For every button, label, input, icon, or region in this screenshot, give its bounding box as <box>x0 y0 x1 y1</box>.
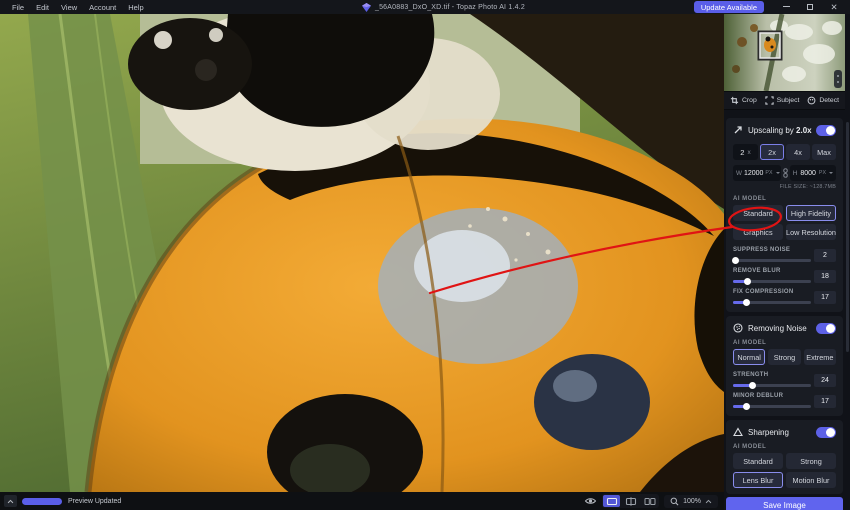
suppress-noise-control: SUPPRESS NOISE 2 <box>731 247 836 264</box>
sharpening-title: Sharpening <box>748 427 789 437</box>
preview-progress-bar <box>22 497 62 505</box>
sharpen-standard-button[interactable]: Standard <box>733 453 783 469</box>
side-by-side-icon <box>644 497 656 505</box>
remove-blur-control: REMOVE BLUR 18 <box>733 268 836 285</box>
topaz-photo-ai-window: File Edit View Account Help _56A0883_DxO… <box>0 0 850 510</box>
noise-extreme-button[interactable]: Extreme <box>803 349 836 365</box>
noise-normal-button[interactable]: Normal <box>733 349 766 365</box>
upscaling-panel: Upscaling by 2.0x 2 x 2x 4x Max W 12000 <box>726 118 843 312</box>
update-available-button[interactable]: Update Available <box>693 1 764 13</box>
single-view-icon <box>606 497 617 505</box>
sharpen-strong-button[interactable]: Strong <box>786 453 836 469</box>
maximize-button[interactable] <box>798 0 822 14</box>
menu-help[interactable]: Help <box>122 3 149 12</box>
noise-strong-button[interactable]: Strong <box>768 349 801 365</box>
suppress-noise-value[interactable]: 2 <box>814 249 836 262</box>
edit-toolbar: Crop Subject Detect <box>724 91 845 110</box>
px-dropdown-caret-icon[interactable] <box>775 172 780 174</box>
custom-scale-input[interactable]: 2 x <box>733 144 758 160</box>
close-button[interactable]: ✕ <box>822 0 846 14</box>
window-title-group: _56A0883_DxO_XD.tif - Topaz Photo AI 1.4… <box>362 0 525 14</box>
view-mode-group <box>602 494 660 508</box>
scale-max-button[interactable]: Max <box>812 144 836 160</box>
crop-button[interactable]: Crop <box>730 96 757 105</box>
scale-4x-button[interactable]: 4x <box>786 144 810 160</box>
navigation-thumbnail[interactable] <box>724 14 845 91</box>
window-title: _56A0883_DxO_XD.tif - Topaz Photo AI 1.4… <box>375 3 525 11</box>
save-image-button[interactable]: Save Image <box>726 497 843 510</box>
ai-model-label: AI MODEL <box>733 340 767 346</box>
removing-noise-title: Removing Noise <box>748 323 807 333</box>
remove-blur-slider[interactable] <box>733 277 811 285</box>
file-size-label: FILE SIZE: ~128.7MB <box>779 184 836 190</box>
minimize-button[interactable] <box>774 0 798 14</box>
side-by-side-view-button[interactable] <box>641 495 658 507</box>
preview-status-label: Preview Updated <box>68 497 122 505</box>
height-field[interactable]: H 8000 PX <box>789 165 836 181</box>
noise-icon <box>733 323 743 333</box>
sharpen-triangle-icon <box>733 427 743 437</box>
titlebar: File Edit View Account Help _56A0883_DxO… <box>0 0 850 14</box>
minor-deblur-slider[interactable] <box>733 402 811 410</box>
expand-panel-button[interactable] <box>4 495 17 507</box>
zoom-menu-caret-icon[interactable] <box>705 499 712 504</box>
sharpening-toggle[interactable] <box>816 426 836 438</box>
split-view-button[interactable] <box>622 495 639 507</box>
preview-eye-icon[interactable] <box>584 496 597 506</box>
zoom-control-group: 100% <box>664 494 718 508</box>
single-view-button[interactable] <box>603 495 621 507</box>
removing-noise-panel: Removing Noise AI MODEL Normal Strong Ex… <box>726 316 843 416</box>
fix-compression-slider[interactable] <box>733 298 811 306</box>
status-bar: Preview Updated 100% <box>0 492 724 510</box>
minor-deblur-value[interactable]: 17 <box>814 395 836 408</box>
fix-compression-value[interactable]: 17 <box>814 291 836 304</box>
face-detect-icon <box>807 96 816 105</box>
scale-2x-button[interactable]: 2x <box>760 144 784 160</box>
menu-file[interactable]: File <box>6 3 30 12</box>
model-high-fidelity-button[interactable]: High Fidelity <box>786 205 836 221</box>
subject-button[interactable]: Subject <box>765 96 799 105</box>
chevron-up-icon <box>7 499 14 503</box>
settings-sidebar: Crop Subject Detect Upscaling by 2.0x 2 … <box>724 14 850 510</box>
crop-icon <box>730 96 739 105</box>
sharpen-motion-blur-button[interactable]: Motion Blur <box>786 472 836 488</box>
sharpen-lens-blur-button[interactable]: Lens Blur <box>733 472 783 488</box>
menubar: File Edit View Account Help <box>6 3 150 12</box>
model-graphics-button[interactable]: Graphics <box>733 224 783 240</box>
ladybug-photo <box>0 14 724 492</box>
fix-compression-control: FIX COMPRESSION 17 <box>733 289 836 306</box>
px-dropdown-caret-icon[interactable] <box>829 172 833 174</box>
menu-account[interactable]: Account <box>83 3 122 12</box>
remove-blur-value[interactable]: 18 <box>814 270 836 283</box>
upscaling-title: Upscaling by 2.0x <box>748 125 812 135</box>
upscaling-toggle[interactable] <box>816 124 836 136</box>
strength-slider[interactable] <box>733 381 811 389</box>
ai-model-label: AI MODEL <box>733 196 767 202</box>
model-low-resolution-button[interactable]: Low Resolution <box>786 224 836 240</box>
menu-edit[interactable]: Edit <box>30 3 55 12</box>
strength-control: STRENGTH 24 <box>733 372 836 389</box>
removing-noise-toggle[interactable] <box>816 322 836 334</box>
ai-model-label: AI MODEL <box>733 444 767 450</box>
detect-button[interactable]: Detect <box>807 96 839 105</box>
menu-view[interactable]: View <box>55 3 83 12</box>
width-field[interactable]: W 12000 PX <box>733 165 781 181</box>
topaz-logo-icon <box>362 2 371 12</box>
suppress-noise-slider[interactable] <box>731 256 811 264</box>
sidebar-scrollbar[interactable] <box>846 122 849 352</box>
subject-select-icon <box>765 96 774 105</box>
minor-deblur-control: MINOR DEBLUR 17 <box>733 393 836 410</box>
sharpening-panel: Sharpening AI MODEL Standard Strong Lens… <box>726 420 843 494</box>
split-view-icon <box>625 496 636 506</box>
strength-value[interactable]: 24 <box>814 374 836 387</box>
zoom-level-value[interactable]: 100% <box>683 498 701 505</box>
link-dimensions-icon[interactable] <box>782 168 789 178</box>
zoom-magnifier-icon[interactable] <box>670 497 679 506</box>
thumbnail-photo <box>724 14 845 91</box>
image-canvas[interactable] <box>0 14 724 492</box>
upscale-arrow-icon <box>734 126 742 134</box>
model-standard-button[interactable]: Standard <box>733 205 783 221</box>
